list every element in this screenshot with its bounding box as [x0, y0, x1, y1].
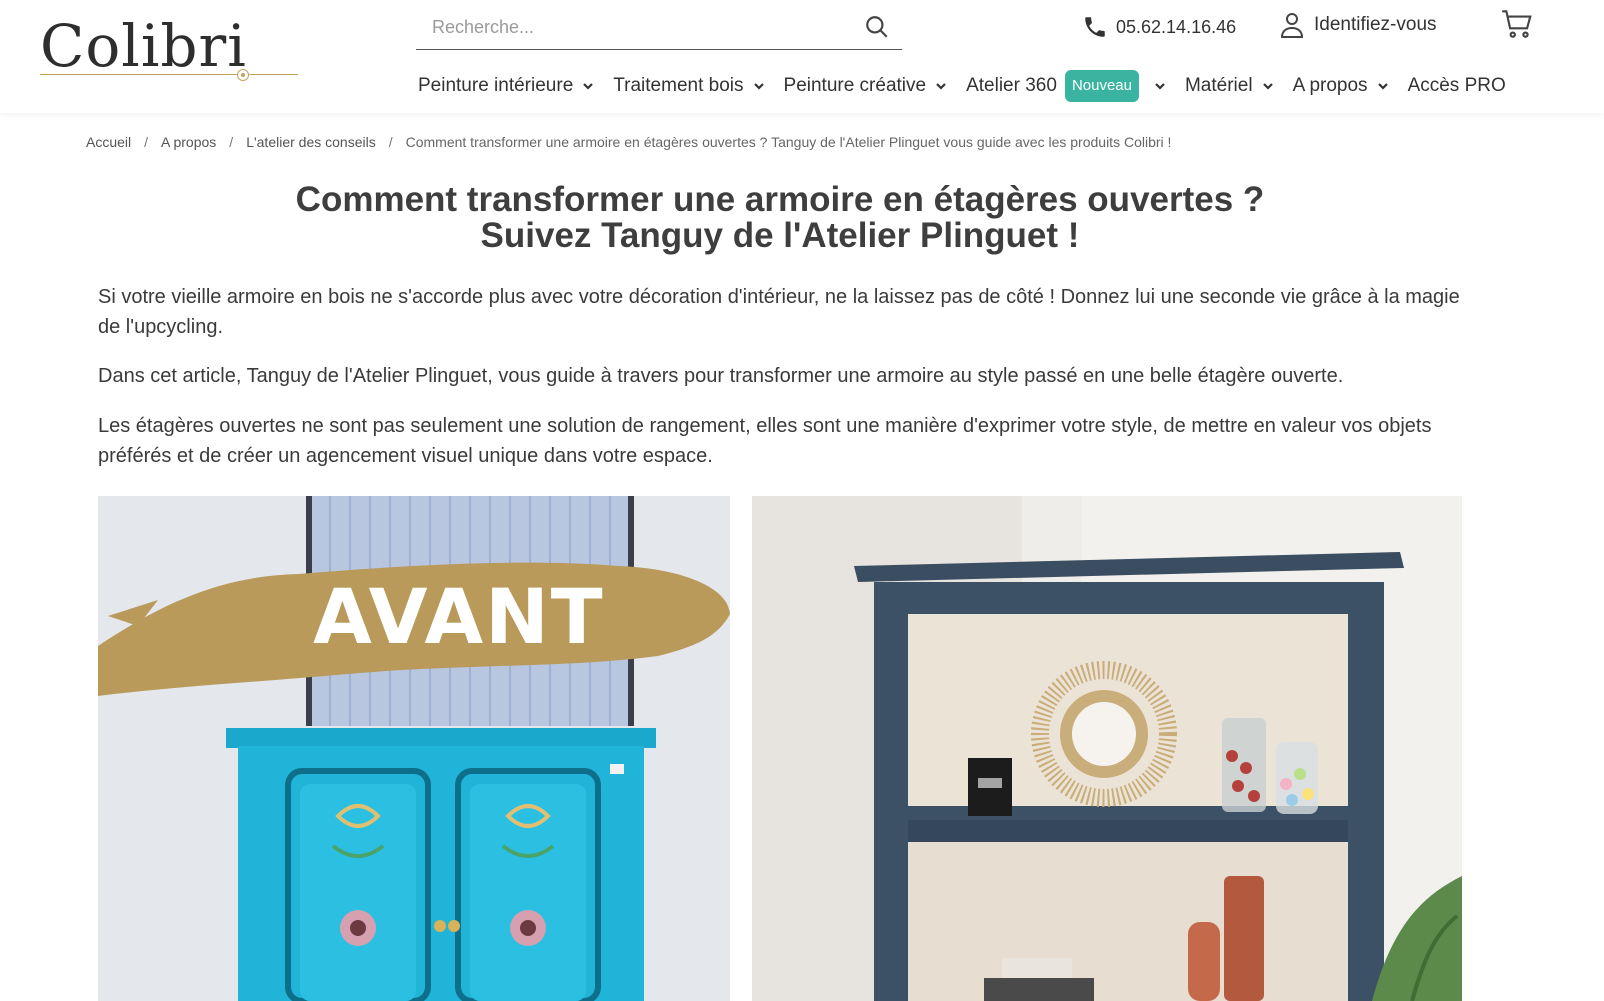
- new-badge: Nouveau: [1064, 70, 1139, 102]
- nav-peinture-interieure[interactable]: Peinture intérieure: [418, 75, 595, 97]
- after-image: [752, 496, 1462, 1001]
- nav-label: A propos: [1292, 75, 1368, 96]
- breadcrumb-current: Comment transformer une armoire en étagè…: [405, 134, 1172, 150]
- nav-label: Peinture intérieure: [418, 75, 574, 96]
- phone-contact[interactable]: 05.62.14.16.46: [1082, 12, 1236, 42]
- colibri-logo[interactable]: Colibri: [40, 12, 300, 88]
- logo-underline: [40, 74, 298, 75]
- chevron-down-icon: [1377, 83, 1388, 90]
- article-paragraph: Les étagères ouvertes ne sont pas seulem…: [98, 415, 1432, 467]
- nav-traitement-bois[interactable]: Traitement bois: [613, 75, 765, 97]
- account-label: Identifiez-vous: [1314, 14, 1437, 35]
- search-icon[interactable]: [864, 14, 890, 40]
- article-intro-paragraph: Si votre vieille armoire en bois ne s'ac…: [98, 286, 1460, 338]
- nav-label: Peinture créative: [783, 75, 927, 96]
- main-nav: Peinture intérieure Traitement bois Pein…: [418, 66, 1524, 106]
- site-header: Colibri 05.62.14.16.46 Identifiez-vous P…: [0, 0, 1604, 113]
- phone-icon: [1085, 17, 1105, 37]
- chevron-down-icon: [1155, 83, 1165, 90]
- breadcrumb-separator: /: [144, 134, 149, 150]
- breadcrumb-separator: /: [229, 134, 234, 150]
- nav-acces-pro[interactable]: Accès PRO: [1408, 75, 1506, 97]
- breadcrumb: Accueil / A propos / L'atelier des conse…: [86, 134, 1171, 150]
- breadcrumb-separator: /: [388, 134, 393, 150]
- logo-dot-icon: [237, 69, 249, 81]
- article-paragraph: Dans cet article, Tanguy de l'Atelier Pl…: [98, 365, 1344, 387]
- chevron-down-icon: [936, 83, 946, 90]
- article-title-line-2: Suivez Tanguy de l'Atelier Plinguet !: [480, 216, 1080, 255]
- chevron-down-icon: [1262, 83, 1273, 90]
- breadcrumb-a-propos[interactable]: A propos: [161, 134, 216, 150]
- before-label: AVANT: [313, 572, 605, 661]
- after-photo: [752, 496, 1462, 1001]
- phone-number: 05.62.14.16.46: [1116, 16, 1237, 37]
- nav-atelier-360[interactable]: Atelier 360 Nouveau: [966, 70, 1167, 102]
- logo-text: Colibri: [40, 12, 247, 80]
- nav-a-propos[interactable]: A propos: [1293, 75, 1390, 97]
- nav-peinture-creative[interactable]: Peinture créative: [784, 75, 949, 97]
- chevron-down-icon: [583, 83, 594, 90]
- nav-label: Atelier 360: [966, 75, 1057, 96]
- account-link[interactable]: Identifiez-vous: [1280, 10, 1437, 40]
- nav-materiel[interactable]: Matériel: [1185, 75, 1275, 97]
- search-bar: [416, 6, 902, 50]
- user-icon: [1280, 13, 1304, 38]
- nav-label: Traitement bois: [613, 75, 744, 96]
- before-image: AVANT: [98, 496, 730, 1001]
- cart-icon[interactable]: [1500, 8, 1534, 40]
- breadcrumb-atelier-conseils[interactable]: L'atelier des conseils: [246, 134, 376, 150]
- chevron-down-icon: [753, 83, 764, 90]
- article-title: Comment transformer une armoire en étagè…: [0, 182, 1560, 254]
- nav-label: Matériel: [1184, 75, 1253, 96]
- nav-label: Accès PRO: [1407, 75, 1506, 96]
- article-title-line-1: Comment transformer une armoire en étagè…: [295, 180, 1265, 219]
- breadcrumb-home[interactable]: Accueil: [86, 134, 131, 150]
- search-input[interactable]: [416, 6, 836, 48]
